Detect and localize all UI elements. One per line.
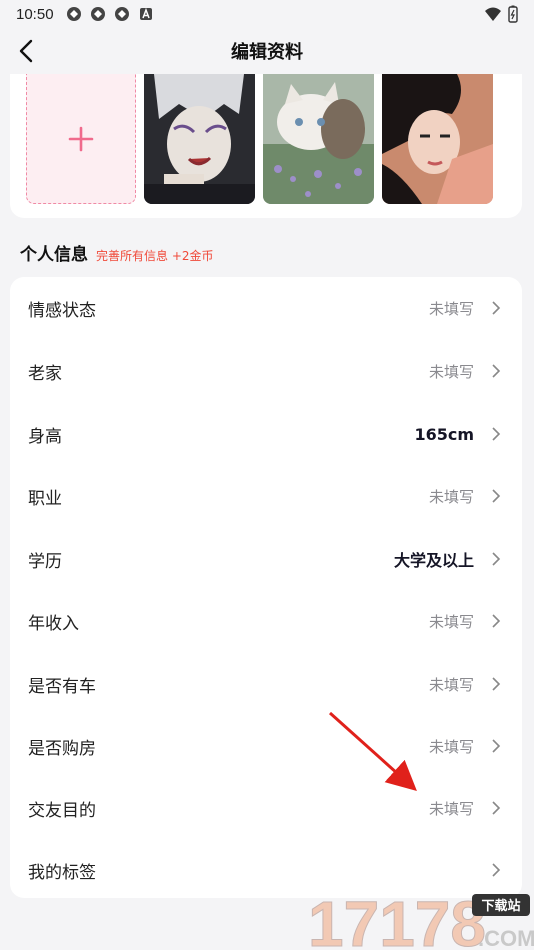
- row-hometown[interactable]: 老家 未填写: [10, 340, 522, 402]
- row-label: 我的标签: [28, 862, 96, 883]
- page-title: 编辑资料: [231, 42, 303, 63]
- row-value: 未填写: [428, 299, 474, 318]
- row-label: 学历: [28, 551, 62, 572]
- row-label: 是否有车: [28, 676, 96, 697]
- chevron-right-icon: [492, 489, 501, 503]
- row-value: 未填写: [428, 362, 474, 381]
- row-label: 老家: [28, 363, 62, 384]
- chevron-right-icon: [492, 301, 501, 315]
- row-relationship-status[interactable]: 情感状态 未填写: [10, 277, 522, 339]
- row-value: 未填写: [428, 487, 474, 506]
- row-annual-income[interactable]: 年收入 未填写: [10, 590, 522, 652]
- section-title: 个人信息: [20, 245, 88, 265]
- app-notification-icon: [114, 7, 129, 21]
- add-photo-button[interactable]: [26, 74, 136, 204]
- photo-thumbnail[interactable]: [144, 74, 255, 204]
- row-label: 是否购房: [28, 738, 96, 759]
- chevron-right-icon: [492, 364, 501, 378]
- row-education[interactable]: 学历 大学及以上: [10, 528, 522, 590]
- row-value: 165cm: [414, 424, 474, 444]
- portrait-photo-image: [382, 74, 493, 204]
- wifi-icon: [485, 7, 501, 21]
- chevron-right-icon: [492, 614, 501, 628]
- app-notification-icon: [90, 7, 105, 21]
- row-label: 交友目的: [28, 800, 96, 821]
- watermark-domain: .COM: [478, 926, 534, 950]
- top-navigation-bar: 编辑资料: [0, 28, 534, 74]
- row-height[interactable]: 身高 165cm: [10, 403, 522, 465]
- section-header: 个人信息 完善所有信息 +2金币: [20, 240, 214, 265]
- row-occupation[interactable]: 职业 未填写: [10, 465, 522, 527]
- chevron-right-icon: [492, 801, 501, 815]
- row-dating-purpose[interactable]: 交友目的 未填写: [10, 777, 522, 839]
- row-has-car[interactable]: 是否有车 未填写: [10, 653, 522, 715]
- watermark-badge: 下载站: [481, 898, 520, 914]
- row-label: 职业: [28, 488, 62, 509]
- status-time: 10:50: [16, 5, 54, 23]
- row-value: 未填写: [428, 799, 474, 818]
- battery-icon: [508, 5, 518, 23]
- chevron-right-icon: [492, 739, 501, 753]
- annotation-arrow-icon: [328, 711, 417, 792]
- plus-icon: [68, 126, 94, 151]
- row-value: 大学及以上: [393, 551, 474, 570]
- row-value: 未填写: [428, 612, 474, 631]
- row-label: 身高: [28, 426, 62, 447]
- row-label: 情感状态: [28, 300, 96, 321]
- reward-hint: 完善所有信息 +2金币: [96, 249, 214, 263]
- chevron-right-icon: [492, 552, 501, 566]
- row-value: 未填写: [428, 675, 474, 694]
- chevron-right-icon: [492, 427, 501, 441]
- anime-portrait-image: [144, 74, 255, 204]
- photo-thumbnail[interactable]: [382, 74, 493, 204]
- profile-info-list: 情感状态 未填写 老家 未填写 身高 165cm 职业 未填写 学历 大学及以上…: [10, 277, 522, 898]
- watermark-number: 17178: [308, 888, 486, 950]
- chevron-right-icon: [492, 677, 501, 691]
- app-notification-icon: [66, 7, 81, 21]
- row-value: 未填写: [428, 737, 474, 756]
- keyboard-a-icon: [139, 7, 152, 20]
- status-bar: 10:50: [0, 0, 534, 28]
- back-arrow-icon[interactable]: [14, 38, 40, 64]
- watermark-logo: 17178 下载站 .COM: [308, 888, 534, 950]
- row-label: 年收入: [28, 613, 79, 634]
- row-has-house[interactable]: 是否购房 未填写: [10, 715, 522, 777]
- cat-flowers-image: [263, 74, 374, 204]
- chevron-right-icon: [492, 863, 501, 877]
- photo-gallery: [10, 74, 522, 218]
- photo-thumbnail[interactable]: [263, 74, 374, 204]
